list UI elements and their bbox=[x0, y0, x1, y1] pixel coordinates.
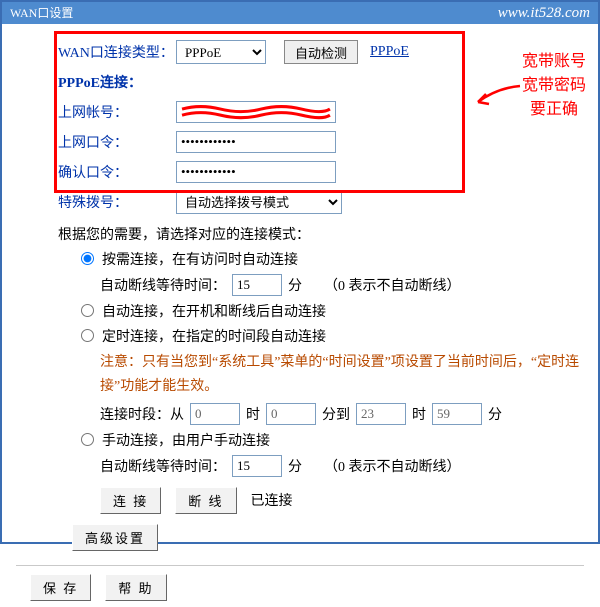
annotation-text: 宽带账号 宽带密码 要正确 bbox=[522, 50, 586, 122]
connection-status: 已连接 bbox=[251, 490, 293, 510]
on-demand-wait-input[interactable] bbox=[232, 274, 282, 296]
period-h1-unit: 时 bbox=[246, 404, 260, 424]
annotation-line3: 要正确 bbox=[522, 98, 586, 122]
account-input[interactable] bbox=[176, 101, 336, 123]
period-label: 连接时段：从 bbox=[100, 404, 184, 424]
watermark-url: www.it528.com bbox=[498, 2, 590, 24]
connect-button[interactable]: 连 接 bbox=[100, 487, 161, 514]
manual-wait-input[interactable] bbox=[232, 455, 282, 477]
annotation-line2: 宽带密码 bbox=[522, 74, 586, 98]
save-button[interactable]: 保 存 bbox=[30, 574, 91, 601]
manual-note: （0 表示不自动断线） bbox=[324, 456, 461, 476]
on-demand-wait-unit: 分 bbox=[288, 275, 302, 295]
title-bar: WAN口设置 www.it528.com bbox=[2, 2, 598, 24]
divider bbox=[16, 565, 584, 566]
period-h2-unit: 时 bbox=[412, 404, 426, 424]
mode-manual-radio[interactable] bbox=[81, 433, 94, 446]
on-demand-note: （0 表示不自动断线） bbox=[324, 275, 461, 295]
mode-on-demand-radio[interactable] bbox=[81, 252, 94, 265]
mode-on-demand-label: 按需连接，在有访问时自动连接 bbox=[102, 249, 298, 269]
special-dial-select[interactable]: 自动选择拨号模式 bbox=[176, 190, 342, 214]
advanced-button[interactable]: 高级设置 bbox=[72, 524, 158, 551]
mode-manual-label: 手动连接，由用户手动连接 bbox=[102, 430, 270, 450]
annotation-arrow-icon bbox=[472, 82, 522, 112]
period-m2-input bbox=[432, 403, 482, 425]
mode-scheduled-label: 定时连接，在指定的时间段自动连接 bbox=[102, 326, 326, 346]
period-m1-input bbox=[266, 403, 316, 425]
period-m2-unit: 分 bbox=[488, 404, 502, 424]
on-demand-wait-label: 自动断线等待时间： bbox=[100, 275, 226, 295]
help-button[interactable]: 帮 助 bbox=[105, 574, 166, 601]
period-h1-input bbox=[190, 403, 240, 425]
wan-settings-window: WAN口设置 www.it528.com 宽带账号 宽带密码 要正确 WAN口连… bbox=[0, 0, 600, 544]
disconnect-button[interactable]: 断 线 bbox=[175, 487, 236, 514]
period-to: 分到 bbox=[322, 404, 350, 424]
mode-auto-radio[interactable] bbox=[81, 304, 94, 317]
mode-scheduled-radio[interactable] bbox=[81, 329, 94, 342]
mode-auto-label: 自动连接，在开机和断线后自动连接 bbox=[102, 301, 326, 321]
period-h2-input bbox=[356, 403, 406, 425]
window-title: WAN口设置 bbox=[10, 2, 73, 24]
scheduled-warning: 注意：只有当您到“系统工具”菜单的“时间设置”项设置了当前时间后，“定时连接”功… bbox=[16, 351, 584, 399]
mode-intro: 根据您的需要，请选择对应的连接模式： bbox=[16, 224, 584, 244]
manual-wait-label: 自动断线等待时间： bbox=[100, 456, 226, 476]
annotation-line1: 宽带账号 bbox=[522, 50, 586, 74]
special-dial-label: 特殊拨号： bbox=[16, 192, 176, 212]
manual-wait-unit: 分 bbox=[288, 456, 302, 476]
